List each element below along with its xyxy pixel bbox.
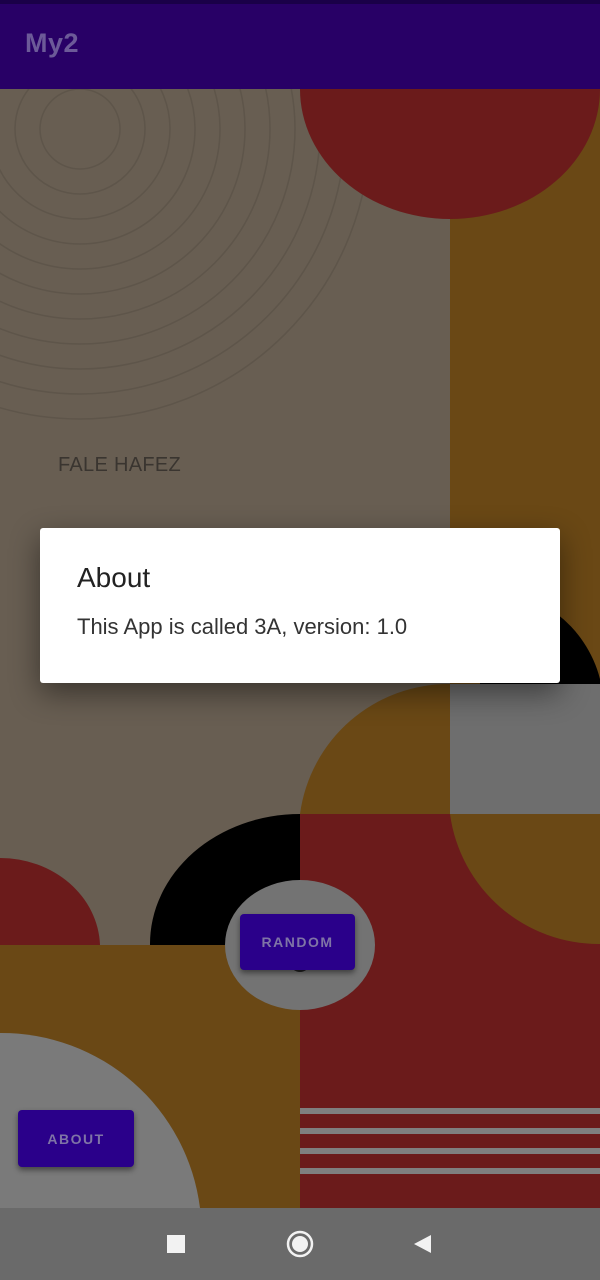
triangle-back-icon[interactable] (406, 1228, 438, 1260)
random-button[interactable]: RANDOM (240, 914, 355, 970)
circle-home-icon[interactable] (284, 1228, 316, 1260)
fale-hafez-label: FALE HAFEZ (58, 454, 182, 476)
about-button[interactable]: ABOUT (18, 1110, 134, 1167)
dialog-message: This App is called 3A, version: 1.0 (77, 614, 408, 639)
square-icon[interactable] (160, 1228, 192, 1260)
dialog-title: About (77, 562, 151, 593)
navigation-bar (0, 1208, 600, 1280)
about-dialog: About This App is called 3A, version: 1.… (40, 528, 560, 683)
app-bar: My2 (0, 4, 600, 89)
app-title: My2 (25, 28, 80, 58)
